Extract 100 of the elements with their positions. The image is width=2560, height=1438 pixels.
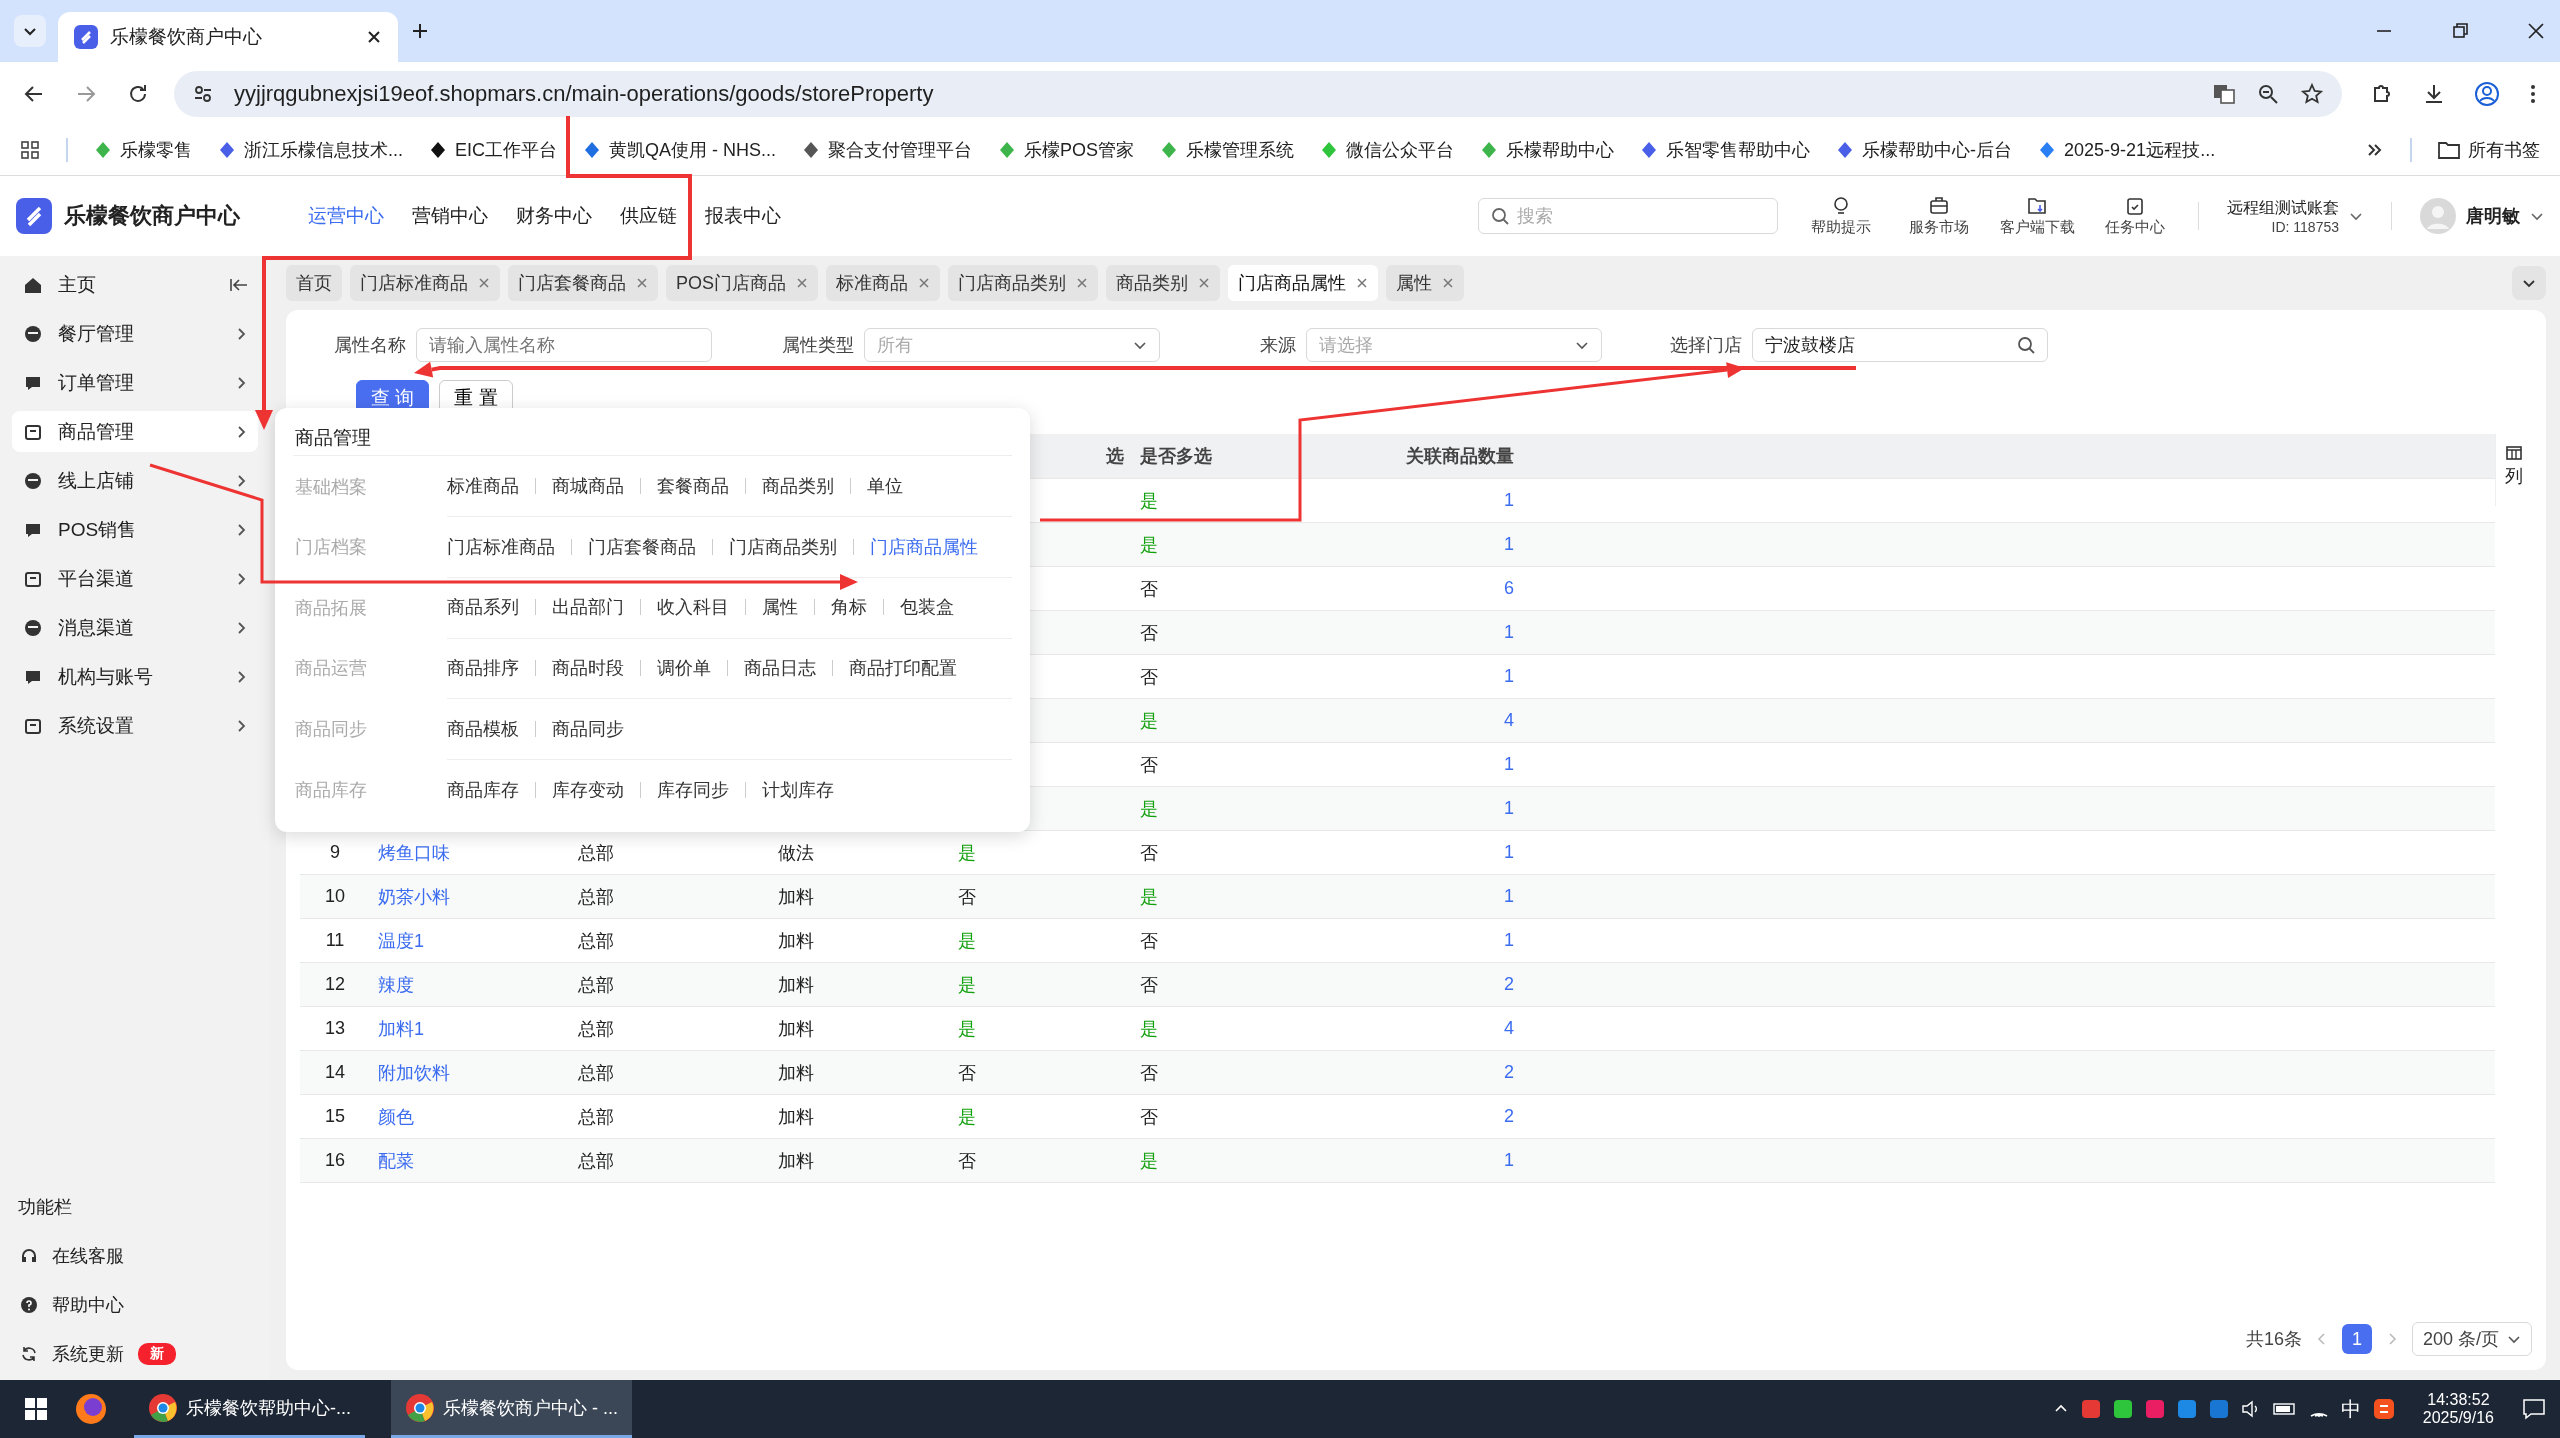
count-link[interactable]: 1 — [1504, 886, 1514, 906]
restore-icon[interactable] — [2450, 21, 2470, 41]
sidebar-item[interactable]: 主页 — [12, 264, 258, 305]
battery-icon[interactable] — [2272, 1401, 2297, 1417]
column-settings-button[interactable]: 列 — [2495, 434, 2532, 506]
menu-item[interactable]: 商品库存 — [447, 777, 519, 802]
page-button[interactable]: 1 — [2341, 1324, 2372, 1354]
bookmark[interactable]: 乐智零售帮助中心 — [1640, 138, 1811, 162]
menu-item[interactable]: 商品类别 — [762, 474, 834, 498]
sidebar-item[interactable]: 餐厅管理 — [12, 313, 258, 354]
browser-tab[interactable]: 乐檬餐饮商户中心 — [58, 12, 398, 62]
menu-item[interactable]: 计划库存 — [762, 777, 834, 802]
sidebar-link[interactable]: 在线客服 — [12, 1235, 258, 1276]
menu-item[interactable]: 角标 — [831, 595, 867, 620]
attribute-link[interactable]: 辣度 — [378, 974, 414, 995]
nav-tab[interactable]: 报表中心 — [705, 203, 781, 229]
menu-item[interactable]: 单位 — [867, 474, 903, 498]
sidebar-link[interactable]: 系统更新 新 — [12, 1333, 258, 1374]
nav-tab[interactable]: 财务中心 — [516, 203, 592, 229]
sogou-icon[interactable] — [2372, 1398, 2395, 1420]
menu-item[interactable]: 调价单 — [657, 655, 711, 680]
count-link[interactable]: 1 — [1504, 622, 1514, 642]
count-link[interactable]: 1 — [1504, 754, 1514, 774]
tray-app-icon[interactable] — [2208, 1399, 2229, 1419]
toolbar-button[interactable]: 服务市场 — [1904, 195, 1974, 237]
bookmark-folder[interactable]: 所有书签 — [2438, 138, 2540, 162]
nav-tab[interactable]: 营销中心 — [412, 203, 488, 229]
bookmark[interactable]: 乐檬POS管家 — [998, 138, 1135, 162]
attribute-link[interactable]: 颜色 — [378, 1106, 414, 1127]
star-icon[interactable] — [2300, 81, 2324, 106]
count-link[interactable]: 1 — [1504, 534, 1514, 554]
page-tab[interactable]: 门店商品类别 — [948, 265, 1098, 301]
menu-item[interactable]: 门店套餐商品 — [588, 534, 696, 559]
count-link[interactable]: 4 — [1504, 710, 1514, 730]
bookmark[interactable]: 黄凯QA使用 - NHS... — [583, 138, 777, 162]
nav-tab[interactable]: 供应链 — [620, 203, 677, 229]
bookmark[interactable]: 乐檬帮助中心 — [1480, 138, 1615, 162]
menu-item[interactable]: 属性 — [762, 595, 798, 620]
count-link[interactable]: 1 — [1504, 798, 1514, 818]
new-tab-icon[interactable] — [410, 21, 430, 41]
attribute-link[interactable]: 附加饮料 — [378, 1062, 450, 1083]
taskbar-window[interactable]: 乐檬餐饮帮助中心-... — [134, 1380, 365, 1438]
count-link[interactable]: 1 — [1504, 1150, 1514, 1170]
menu-item[interactable]: 商城商品 — [552, 474, 624, 498]
toolbar-button[interactable]: 任务中心 — [2100, 195, 2170, 237]
page-tab[interactable]: 首页 — [286, 265, 342, 301]
count-link[interactable]: 1 — [1504, 842, 1514, 862]
sidebar-item[interactable]: POS销售 — [12, 509, 258, 550]
menu-item[interactable]: 商品排序 — [447, 655, 519, 680]
collapse-icon[interactable] — [230, 276, 248, 293]
bookmark[interactable]: 2025-9-21远程技... — [2038, 138, 2216, 162]
menu-item[interactable]: 门店标准商品 — [447, 534, 555, 559]
count-link[interactable]: 1 — [1504, 490, 1514, 510]
menu-item[interactable]: 商品系列 — [447, 595, 519, 620]
count-link[interactable]: 2 — [1504, 1106, 1514, 1126]
page-size-select[interactable]: 200 条/页 — [2411, 1322, 2532, 1356]
close-icon[interactable] — [2526, 21, 2546, 41]
nav-tab[interactable]: 运营中心 — [308, 203, 384, 229]
address-bar[interactable]: yyjjrqgubnexjsi19eof.shopmars.cn/main-operations/goods/storeProperty — [174, 70, 2342, 117]
tray-app-icon[interactable] — [2080, 1399, 2101, 1419]
tray-app-icon[interactable] — [2112, 1399, 2133, 1419]
menu-item[interactable]: 商品模板 — [447, 716, 519, 741]
page-tab[interactable]: 门店标准商品 — [350, 265, 500, 301]
sidebar-item[interactable]: 消息渠道 — [12, 607, 258, 648]
tray-app-icon[interactable] — [2144, 1399, 2165, 1419]
user-menu[interactable]: 唐明敏 — [2420, 198, 2544, 234]
bookmark[interactable]: 乐檬管理系统 — [1160, 138, 1295, 162]
attribute-link[interactable]: 加料1 — [378, 1018, 424, 1039]
menu-item[interactable]: 门店商品属性 — [870, 534, 978, 559]
sidebar-item[interactable]: 系统设置 — [12, 705, 258, 746]
count-link[interactable]: 4 — [1504, 1018, 1514, 1038]
attribute-link[interactable]: 配菜 — [378, 1150, 414, 1171]
attribute-link[interactable]: 烤鱼口味 — [378, 842, 450, 863]
count-link[interactable]: 2 — [1504, 974, 1514, 994]
account-switcher[interactable]: 远程组测试账套 ID: 118753 — [2227, 197, 2363, 235]
menu-item[interactable]: 标准商品 — [447, 474, 519, 498]
page-tab[interactable]: 标准商品 — [826, 265, 940, 301]
store-search-field[interactable]: 宁波鼓楼店 — [1752, 328, 2048, 362]
page-tab[interactable]: POS门店商品 — [666, 265, 818, 301]
count-link[interactable]: 2 — [1504, 1062, 1514, 1082]
count-link[interactable]: 1 — [1504, 666, 1514, 686]
close-icon[interactable] — [366, 29, 382, 45]
attribute-link[interactable]: 奶茶小料 — [378, 886, 450, 907]
tray-app-icon[interactable] — [2176, 1399, 2197, 1419]
sidebar-item[interactable]: 平台渠道 — [12, 558, 258, 599]
page-tab[interactable]: 属性 — [1386, 265, 1464, 301]
input-method-indicator[interactable]: 中 — [2340, 1395, 2361, 1423]
menu-item[interactable]: 商品日志 — [744, 655, 816, 680]
menu-item[interactable]: 商品打印配置 — [849, 655, 957, 680]
apps-icon[interactable] — [20, 140, 40, 160]
bookmark[interactable]: 微信公众平台 — [1320, 138, 1455, 162]
sidebar-item[interactable]: 线上店铺 — [12, 460, 258, 501]
menu-item[interactable]: 套餐商品 — [657, 474, 729, 498]
firefox-icon[interactable] — [74, 1392, 108, 1426]
notification-icon[interactable] — [2522, 1398, 2546, 1420]
bookmark[interactable]: 乐檬帮助中心-后台 — [1836, 138, 2013, 162]
page-tab[interactable]: 门店套餐商品 — [508, 265, 658, 301]
toolbar-button[interactable]: 帮助提示 — [1806, 195, 1876, 237]
sidebar-link[interactable]: 帮助中心 — [12, 1284, 258, 1325]
bookmark[interactable]: 聚合支付管理平台 — [802, 138, 973, 162]
